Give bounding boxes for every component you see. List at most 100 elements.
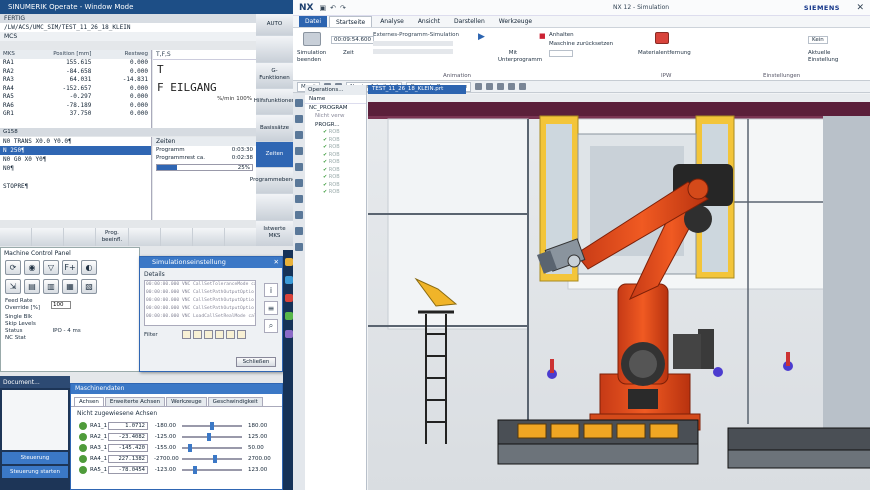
- app-icon[interactable]: [285, 294, 293, 302]
- snap-icon[interactable]: [519, 83, 527, 90]
- vertical-softkey[interactable]: Basissätze: [256, 115, 293, 141]
- material-removal-button[interactable]: Materialentfernung: [638, 50, 691, 56]
- speed-dropdown[interactable]: [549, 50, 573, 57]
- operation-item[interactable]: ROB: [305, 189, 366, 197]
- vertical-softkey[interactable]: Istwerte MKS: [256, 220, 293, 247]
- sub-program-button[interactable]: Mit Unterprogramm: [498, 50, 542, 64]
- program-panel[interactable]: N0 TRANS X0.0 Y0.0¶ N 250¶ N0 G0 X0 Y0¶ N0¶…: [0, 137, 152, 220]
- snap-icon[interactable]: [497, 83, 505, 90]
- close-button[interactable]: Schließen: [236, 357, 276, 367]
- cycle-stop-icon[interactable]: ◉: [24, 260, 40, 275]
- control-button[interactable]: Steuerung: [2, 452, 68, 464]
- close-icon[interactable]: ✕: [856, 3, 864, 13]
- assembly-icon[interactable]: [295, 115, 303, 123]
- redo-icon[interactable]: ↷: [340, 4, 346, 12]
- horizontal-softkey[interactable]: [32, 228, 64, 246]
- auto-mode-key[interactable]: AUTO: [256, 14, 293, 36]
- axes-tab[interactable]: Erweiterte Achsen: [104, 397, 166, 406]
- axis-slider[interactable]: [182, 443, 242, 452]
- jog-icon[interactable]: ⇲: [5, 279, 21, 294]
- search-icon[interactable]: ⌕: [264, 319, 278, 333]
- save-icon[interactable]: ▣: [319, 4, 326, 12]
- menu-tab[interactable]: Werkzeuge: [493, 16, 538, 27]
- reuse-icon[interactable]: [295, 147, 303, 155]
- axis-slider[interactable]: [182, 454, 242, 463]
- axis-value-field[interactable]: -78.0454: [108, 465, 148, 474]
- cycle-start-icon[interactable]: ▽: [43, 260, 59, 275]
- filter-chip-icon[interactable]: [236, 330, 246, 339]
- operation-item[interactable]: ROB: [305, 152, 366, 160]
- info-icon[interactable]: i: [264, 283, 278, 297]
- unused-node[interactable]: Nicht verw: [305, 112, 366, 121]
- program-node[interactable]: PROGR...: [305, 121, 366, 130]
- operation-item[interactable]: ROB: [305, 167, 366, 175]
- operation-item[interactable]: ROB: [305, 182, 366, 190]
- single-block-icon[interactable]: ▦: [62, 279, 78, 294]
- axis-slider[interactable]: [182, 465, 242, 474]
- menu-tab[interactable]: Ansicht: [412, 16, 446, 27]
- operation-item[interactable]: ROB: [305, 174, 366, 182]
- app-icon[interactable]: [285, 276, 293, 284]
- horizontal-softkey[interactable]: [192, 228, 224, 246]
- roles-icon[interactable]: [295, 163, 303, 171]
- axis-value-field[interactable]: 227.1382: [108, 454, 148, 463]
- horizontal-softkey[interactable]: [0, 228, 32, 246]
- axes-tab[interactable]: Achsen: [74, 397, 104, 406]
- auto-icon[interactable]: ▥: [43, 279, 59, 294]
- horizontal-softkey[interactable]: Prog. beeinfl.: [96, 228, 128, 246]
- program-line[interactable]: N0 G0 X0 Y0¶: [0, 155, 151, 164]
- list-icon[interactable]: ≡: [264, 301, 278, 315]
- vertical-softkey[interactable]: G-Funktionen: [256, 62, 293, 89]
- play-icon[interactable]: ▶: [478, 32, 485, 42]
- reset-icon[interactable]: ⟳: [5, 260, 21, 275]
- filter-chip-icon[interactable]: [225, 330, 235, 339]
- horizontal-softkey[interactable]: [160, 228, 192, 246]
- vertical-softkey[interactable]: Zeiten: [256, 141, 293, 168]
- vertical-softkey[interactable]: [256, 36, 293, 62]
- vertical-softkey[interactable]: [256, 194, 293, 220]
- menu-tab[interactable]: Darstellen: [448, 16, 491, 27]
- snap-icon[interactable]: [508, 83, 516, 90]
- undo-icon[interactable]: ↶: [330, 4, 336, 12]
- app-icon[interactable]: [285, 330, 293, 338]
- program-line[interactable]: [0, 173, 151, 182]
- web-icon[interactable]: [295, 179, 303, 187]
- program-line[interactable]: N0 TRANS X0.0 Y0.0¶: [0, 137, 151, 146]
- mda-icon[interactable]: ▤: [24, 279, 40, 294]
- snap-icon[interactable]: [486, 83, 494, 90]
- vertical-softkey[interactable]: Programmebenen: [250, 168, 293, 194]
- axis-slider[interactable]: [182, 421, 242, 430]
- horizontal-softkey[interactable]: [128, 228, 160, 246]
- system-icon[interactable]: [295, 195, 303, 203]
- axis-slider-knob[interactable]: [193, 465, 198, 474]
- snap-icon[interactable]: [475, 83, 483, 90]
- navigator-icon[interactable]: [295, 99, 303, 107]
- start-control-button[interactable]: Steuerung starten: [2, 466, 68, 478]
- close-icon[interactable]: ✕: [274, 257, 279, 268]
- operation-item[interactable]: ROB: [305, 137, 366, 145]
- axis-value-field[interactable]: 1.0712: [108, 421, 148, 430]
- filter-chip-icon[interactable]: [192, 330, 202, 339]
- horizontal-softkey[interactable]: [224, 228, 256, 246]
- stop-simulation-icon[interactable]: [303, 32, 321, 46]
- program-line[interactable]: STOPRE¶: [0, 182, 151, 191]
- operation-item[interactable]: ROB: [305, 144, 366, 152]
- axis-slider-knob[interactable]: [212, 454, 217, 463]
- spindle-icon[interactable]: ◐: [81, 260, 97, 275]
- app-icon[interactable]: [285, 312, 293, 320]
- filter-chip-icon[interactable]: [214, 330, 224, 339]
- palette-icon[interactable]: [295, 227, 303, 235]
- menu-tab[interactable]: Startseite: [329, 16, 373, 27]
- process-icon[interactable]: [295, 211, 303, 219]
- filter-chip-icon[interactable]: [203, 330, 213, 339]
- reset-machine-button[interactable]: Maschine zurücksetzen: [549, 41, 613, 47]
- nc-program-node[interactable]: NC_PROGRAM: [305, 104, 366, 113]
- mm-unit-dropdown[interactable]: Kein: [808, 36, 828, 44]
- axes-tab[interactable]: Werkzeuge: [166, 397, 207, 406]
- axis-value-field[interactable]: -145.420: [108, 443, 148, 452]
- history-icon[interactable]: [295, 131, 303, 139]
- filter-chip-icon[interactable]: [181, 330, 191, 339]
- end-simulation-button[interactable]: Simulation beenden: [297, 50, 327, 64]
- program-line[interactable]: N0¶: [0, 164, 151, 173]
- help-icon[interactable]: [295, 243, 303, 251]
